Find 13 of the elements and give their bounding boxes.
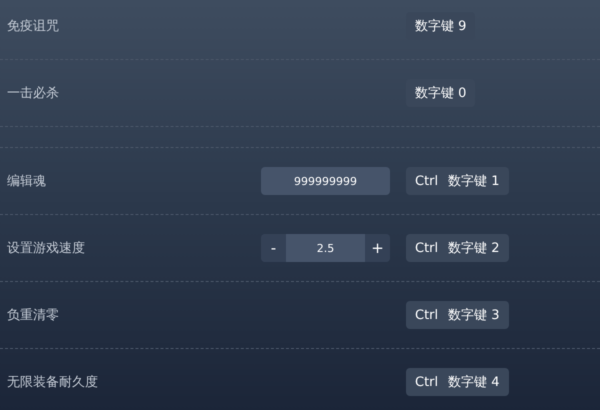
hotkey-badge: Ctrl 数字键 4 <box>406 368 509 396</box>
option-label: 无限装备耐久度 <box>6 374 99 391</box>
input-field[interactable]: 999999999 <box>261 167 390 195</box>
option-label: 一击必杀 <box>6 85 60 102</box>
input-field[interactable]: 2.5 <box>286 234 365 262</box>
option-label: 负重清零 <box>6 307 60 324</box>
hotkey-badge: Ctrl 数字键 2 <box>406 234 509 262</box>
hotkey-badge: Ctrl 数字键 1 <box>406 167 509 195</box>
option-label: 免疫诅咒 <box>6 18 60 35</box>
option-label: 编辑魂 <box>6 173 47 190</box>
option-label: 设置游戏速度 <box>6 240 86 257</box>
hotkey-badge: Ctrl 数字键 3 <box>406 301 509 329</box>
hotkey-badge: 数字键 0 <box>406 79 476 107</box>
